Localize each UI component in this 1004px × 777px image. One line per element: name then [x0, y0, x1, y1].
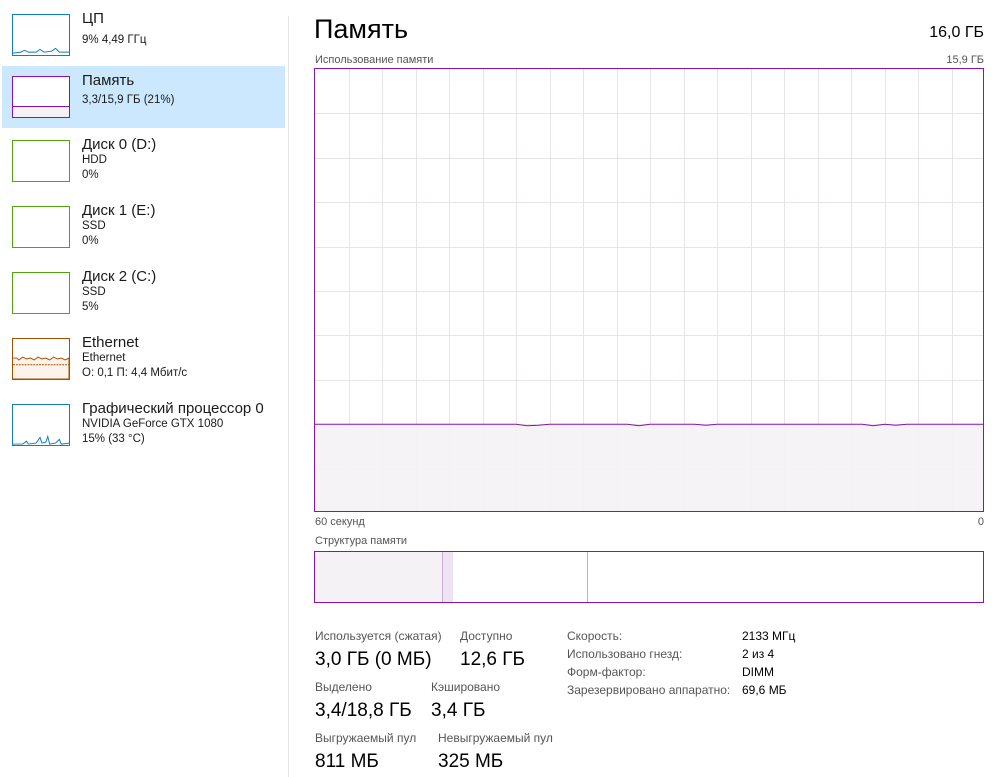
disk-2-thumbnail-graph [12, 272, 70, 314]
form-factor-label: Форм-фактор: [567, 665, 646, 679]
sidebar-item-ethernet[interactable]: Ethernet Ethernet О: 0,1 П: 4,4 Мбит/с [2, 328, 285, 390]
sidebar-item-title: ЦП [82, 10, 104, 27]
cpu-thumbnail-graph [12, 14, 70, 56]
sidebar-item-type: SSD [82, 220, 106, 232]
structure-standby [453, 552, 588, 602]
structure-in-use [315, 552, 442, 602]
committed-label: Выделено [315, 680, 372, 694]
sidebar-item-adapter: Ethernet [82, 352, 126, 364]
sidebar-item-memory[interactable]: Память 3,3/15,9 ГБ (21%) [2, 66, 285, 128]
form-factor-value: DIMM [742, 665, 774, 679]
speed-value: 2133 МГц [742, 629, 796, 643]
page-title: Память [314, 14, 409, 44]
sidebar-item-subtitle: 9% 4,49 ГГц [82, 34, 147, 46]
in-use-label: Используется (сжатая) [315, 629, 442, 643]
sidebar-item-usage: 0% [82, 235, 99, 247]
structure-label: Структура памяти [315, 535, 408, 547]
sidebar-item-usage: 5% [82, 301, 99, 313]
sidebar-item-subtitle: 3,3/15,9 ГБ (21%) [82, 94, 175, 106]
memory-thumbnail-graph [12, 76, 70, 118]
sidebar-item-disk-2[interactable]: Диск 2 (C:) SSD 5% [2, 262, 285, 324]
paged-pool-value: 811 МБ [315, 751, 379, 772]
panel-divider[interactable] [288, 16, 289, 777]
hardware-reserved-label: Зарезервировано аппаратно: [567, 683, 731, 697]
sidebar-item-title: Память [82, 72, 135, 89]
usage-area [315, 424, 983, 511]
sidebar-item-title: Диск 2 (C:) [82, 268, 157, 285]
sidebar-item-cpu[interactable]: ЦП 9% 4,49 ГГц [2, 4, 285, 66]
sidebar-item-usage: 15% (33 °C) [82, 433, 145, 445]
sidebar-item-title: Диск 1 (E:) [82, 202, 156, 219]
available-label: Доступно [460, 629, 513, 643]
speed-label: Скорость: [567, 629, 623, 643]
slots-used-value: 2 из 4 [742, 647, 775, 661]
disk-0-thumbnail-graph [12, 140, 70, 182]
in-use-value: 3,0 ГБ (0 МБ) [315, 649, 432, 670]
sidebar-item-model: NVIDIA GeForce GTX 1080 [82, 418, 224, 430]
sidebar-item-gpu-0[interactable]: Графический процессор 0 NVIDIA GeForce G… [2, 394, 285, 456]
gpu-thumbnail-graph [12, 404, 70, 446]
sidebar: ЦП 9% 4,49 ГГц Память 3,3/15,9 ГБ (21%) … [0, 0, 288, 777]
cached-value: 3,4 ГБ [431, 700, 486, 721]
ethernet-thumbnail-graph [12, 338, 70, 380]
sidebar-item-title: Диск 0 (D:) [82, 136, 157, 153]
memory-panel: Память 16,0 ГБ Использование памяти 15,9… [314, 0, 984, 777]
sidebar-item-usage: 0% [82, 169, 99, 181]
sidebar-item-throughput: О: 0,1 П: 4,4 Мбит/с [82, 367, 188, 379]
sidebar-item-disk-1[interactable]: Диск 1 (E:) SSD 0% [2, 196, 285, 258]
hardware-reserved-value: 69,6 МБ [742, 683, 787, 697]
sidebar-item-type: SSD [82, 286, 106, 298]
cached-label: Кэшировано [431, 680, 501, 694]
slots-used-label: Использовано гнезд: [567, 647, 683, 661]
usage-graph-max: 15,9 ГБ [946, 54, 984, 66]
nonpaged-pool-label: Невыгружаемый пул [438, 731, 553, 745]
graph-time-start: 60 секунд [315, 516, 365, 528]
committed-value: 3,4/18,8 ГБ [315, 700, 412, 721]
sidebar-item-title: Ethernet [82, 334, 139, 351]
graph-time-end: 0 [977, 516, 984, 528]
available-value: 12,6 ГБ [460, 649, 526, 670]
memory-usage-graph [314, 68, 984, 512]
memory-structure-bar [314, 551, 984, 603]
nonpaged-pool-value: 325 МБ [438, 751, 504, 772]
total-memory: 16,0 ГБ [929, 24, 984, 41]
sidebar-item-type: HDD [82, 154, 107, 166]
sidebar-item-disk-0[interactable]: Диск 0 (D:) HDD 0% [2, 130, 285, 192]
paged-pool-label: Выгружаемый пул [315, 731, 417, 745]
disk-1-thumbnail-graph [12, 206, 70, 248]
sidebar-item-title: Графический процессор 0 [82, 400, 264, 417]
usage-graph-label: Использование памяти [315, 54, 434, 66]
